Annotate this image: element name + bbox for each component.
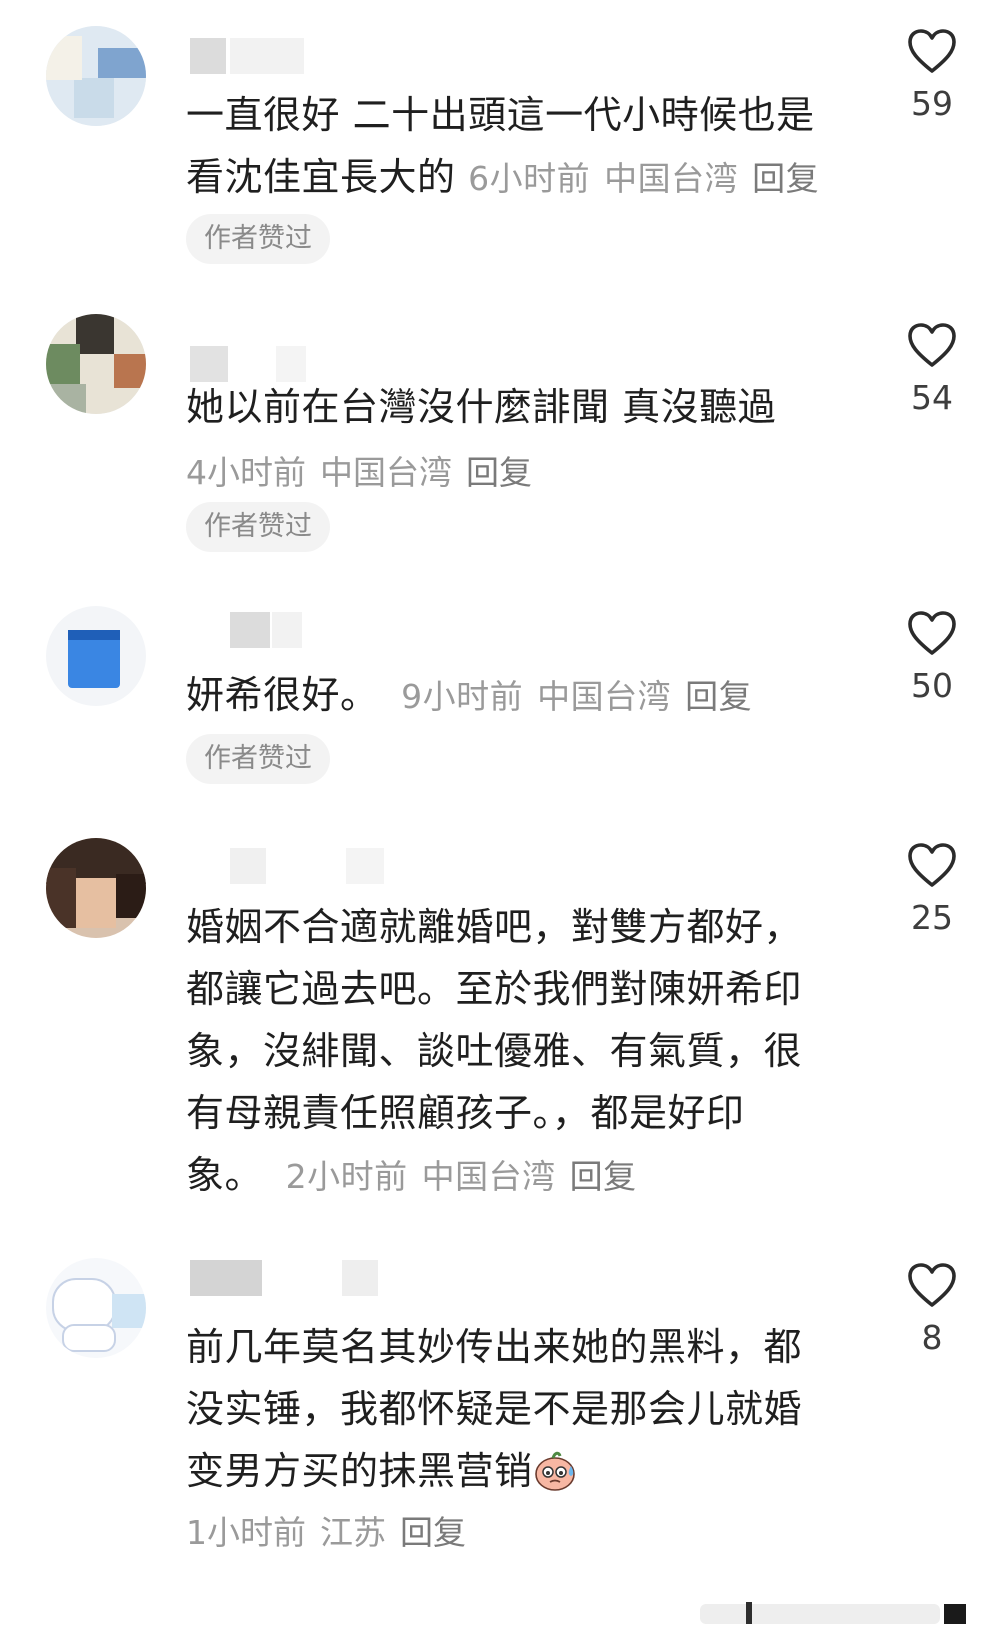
avatar[interactable]	[46, 606, 146, 706]
comment-meta: 1小时前 江苏 回复	[186, 1510, 480, 1556]
comment-body: 她以前在台灣沒什麼誹聞 真沒聽過	[186, 385, 777, 429]
comment-item: 她以前在台灣沒什麼誹聞 真沒聽過 4小时前 中国台湾 回复 作者赞过 54	[0, 280, 1008, 580]
username[interactable]	[186, 842, 384, 886]
reply-button[interactable]: 回复	[685, 677, 752, 716]
comment-location: 中国台湾	[537, 677, 672, 716]
comment-time: 9小时前	[401, 677, 524, 716]
username[interactable]	[186, 32, 336, 76]
avatar[interactable]	[46, 26, 146, 126]
comment-time: 1小时前	[186, 1513, 306, 1552]
author-liked-badge: 作者赞过	[186, 734, 330, 784]
comment-text: 妍希很好。 9小时前 中国台湾 回复	[186, 664, 836, 728]
author-liked-badge: 作者赞过	[186, 502, 330, 552]
blurred-overlay	[700, 1598, 970, 1628]
comment-location: 中国台湾	[421, 1157, 556, 1196]
comment-item: 前几年莫名其妙传出来她的黑料，都没实锤，我都怀疑是不是那会儿就婚变男方买的抹黑营…	[0, 1240, 1008, 1649]
comment-text: 一直很好 二十出頭這一代小時候也是看沈佳宜長大的 6小时前 中国台湾 回复	[186, 84, 836, 210]
like-button[interactable]: 59	[896, 28, 968, 123]
comment-location: 江苏	[320, 1513, 386, 1552]
comment-item: 婚姻不合適就離婚吧，對雙方都好，都讓它過去吧。至於我們對陳妍希印象，沒緋聞、談吐…	[0, 820, 1008, 1240]
sweat-face-emoji	[534, 1451, 575, 1491]
heart-icon	[908, 843, 956, 887]
comment-text: 婚姻不合適就離婚吧，對雙方都好，都讓它過去吧。至於我們對陳妍希印象，沒緋聞、談吐…	[186, 896, 806, 1208]
like-count: 50	[911, 666, 953, 705]
comment-location: 中国台湾	[320, 453, 452, 492]
username[interactable]	[186, 1254, 378, 1298]
heart-icon	[908, 29, 956, 73]
avatar[interactable]	[46, 1258, 146, 1358]
reply-button[interactable]: 回复	[466, 453, 532, 492]
comment-item: 妍希很好。 9小时前 中国台湾 回复 作者赞过 50	[0, 580, 1008, 820]
comment-body: 婚姻不合適就離婚吧，對雙方都好，都讓它過去吧。至於我們對陳妍希印象，沒緋聞、談吐…	[186, 905, 803, 1197]
username[interactable]	[186, 606, 336, 650]
like-button[interactable]: 25	[896, 842, 968, 937]
comment-meta: 4小时前 中国台湾 回复	[186, 450, 546, 496]
avatar[interactable]	[46, 314, 146, 414]
reply-button[interactable]: 回复	[570, 1157, 637, 1196]
comment-time: 2小时前	[285, 1157, 408, 1196]
reply-button[interactable]: 回复	[752, 159, 819, 198]
comment-text: 她以前在台灣沒什麼誹聞 真沒聽過	[186, 376, 836, 438]
comment-location: 中国台湾	[604, 159, 739, 198]
like-count: 59	[911, 84, 953, 123]
heart-icon	[908, 1263, 956, 1307]
heart-icon	[908, 323, 956, 367]
comment-body: 妍希很好。	[186, 673, 379, 717]
like-count: 8	[921, 1318, 943, 1357]
like-button[interactable]: 50	[896, 610, 968, 705]
avatar[interactable]	[46, 838, 146, 938]
like-count: 25	[911, 898, 953, 937]
like-count: 54	[911, 378, 953, 417]
comment-item: 一直很好 二十出頭這一代小時候也是看沈佳宜長大的 6小时前 中国台湾 回复 作者赞过…	[0, 0, 1008, 280]
comment-text: 前几年莫名其妙传出来她的黑料，都没实锤，我都怀疑是不是那会儿就婚变男方买的抹黑营…	[186, 1316, 806, 1502]
comment-body: 前几年莫名其妙传出来她的黑料，都没实锤，我都怀疑是不是那会儿就婚变男方买的抹黑营…	[186, 1325, 803, 1493]
comment-time: 4小时前	[186, 453, 306, 492]
like-button[interactable]: 54	[896, 322, 968, 417]
comment-time: 6小时前	[468, 159, 591, 198]
reply-button[interactable]: 回复	[400, 1513, 466, 1552]
author-liked-badge: 作者赞过	[186, 214, 330, 264]
like-button[interactable]: 8	[896, 1262, 968, 1357]
heart-icon	[908, 611, 956, 655]
